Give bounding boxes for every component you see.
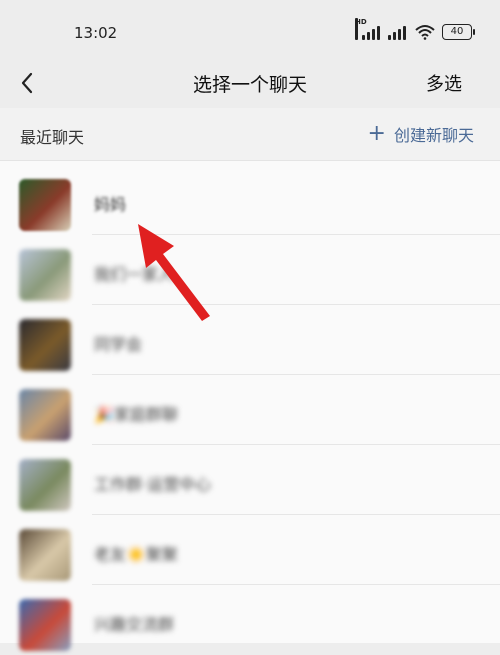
signal-icon <box>386 24 408 40</box>
chat-row[interactable]: 兴趣交流群 <box>0 585 500 655</box>
chat-name: 同学会 <box>94 335 143 354</box>
status-icons: HD 40 <box>355 18 475 42</box>
multi-select-button[interactable]: 多选 <box>426 70 462 96</box>
hd-label: HD <box>355 18 367 40</box>
avatar <box>19 599 71 651</box>
chat-name: 🎉家庭群聊 <box>94 405 178 424</box>
signal-hd-icon: HD <box>355 18 380 40</box>
avatar <box>19 179 71 231</box>
create-new-chat-button[interactable]: + 创建新聊天 <box>368 122 474 146</box>
avatar <box>19 459 71 511</box>
chat-row[interactable]: 妈妈 <box>0 165 500 235</box>
chat-list: 妈妈 我们一家人 同学会 🎉家庭群聊 工作群·运营中心 老友☀️聚聚 兴趣交流群 <box>0 161 500 651</box>
plus-icon: + <box>367 121 386 146</box>
chat-name: 工作群·运营中心 <box>94 475 212 494</box>
avatar <box>19 249 71 301</box>
status-time: 13:02 <box>74 24 118 42</box>
status-bar: 13:02 HD 40 <box>0 0 500 62</box>
recent-chats-header: 最近聊天 + 创建新聊天 <box>0 108 500 161</box>
chat-name: 兴趣交流群 <box>94 615 175 634</box>
chat-row[interactable]: 我们一家人 <box>0 235 500 305</box>
chat-name: 老友☀️聚聚 <box>94 545 178 564</box>
chat-row[interactable]: 工作群·运营中心 <box>0 445 500 515</box>
recent-chats-label: 最近聊天 <box>20 128 85 147</box>
avatar <box>19 389 71 441</box>
red-arrow-annotation <box>138 224 210 321</box>
avatar <box>19 529 71 581</box>
chat-name: 妈妈 <box>94 195 127 214</box>
create-new-chat-label: 创建新聊天 <box>393 126 474 145</box>
battery-icon: 40 <box>442 24 475 40</box>
chat-row[interactable]: 老友☀️聚聚 <box>0 515 500 585</box>
avatar <box>19 319 71 371</box>
page-title: 选择一个聊天 <box>192 74 307 96</box>
nav-bar: 选择一个聊天 多选 <box>0 62 500 108</box>
chat-row[interactable]: 🎉家庭群聊 <box>0 375 500 445</box>
chat-row[interactable]: 同学会 <box>0 305 500 375</box>
wifi-icon <box>415 25 435 40</box>
